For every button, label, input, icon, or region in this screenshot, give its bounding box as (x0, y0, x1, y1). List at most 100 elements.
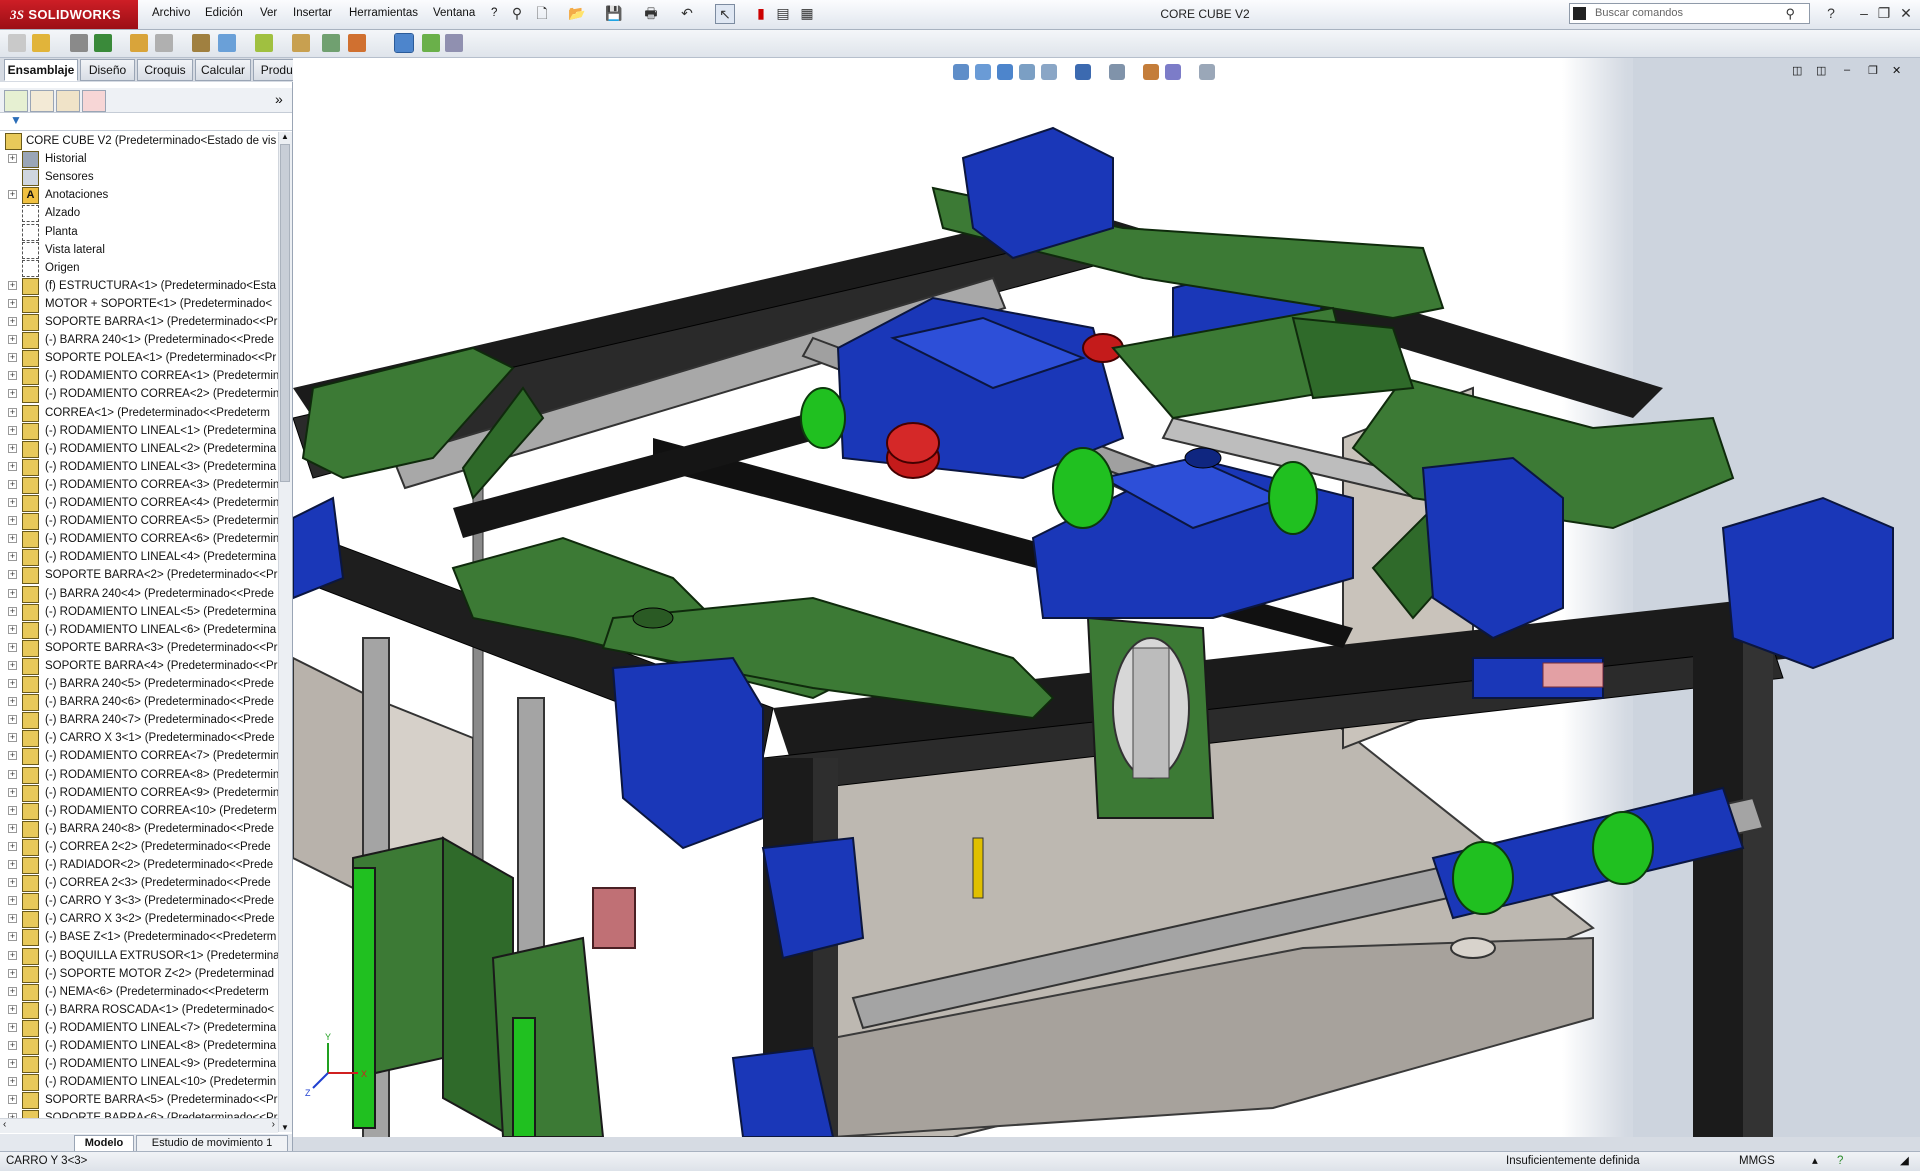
instant3d-icon[interactable] (348, 34, 366, 52)
scroll-thumb[interactable] (280, 144, 290, 482)
expand-toggle-icon[interactable]: + (8, 588, 17, 598)
tree-item[interactable]: + SOPORTE BARRA<4> (Predeterminado<<Pr (0, 657, 278, 675)
expand-toggle-icon[interactable]: + (8, 823, 17, 833)
tree-item[interactable]: + (-) BARRA 240<1> (Predeterminado<<Prede (0, 331, 278, 350)
hotend-fan-duct[interactable] (1086, 616, 1215, 819)
expand-toggle-icon[interactable]: + (8, 298, 17, 308)
insert-component-icon[interactable] (8, 34, 26, 52)
undo-icon[interactable]: ↶ (678, 4, 696, 22)
expand-toggle-icon[interactable]: + (8, 697, 17, 707)
expand-toggle-icon[interactable]: + (8, 751, 17, 761)
tree-item[interactable]: + (-) CORREA 2<2> (Predeterminado<<Prede (0, 838, 278, 856)
tree-item[interactable]: + (-) RODAMIENTO CORREA<1> (Predetermin (0, 367, 278, 386)
tree-item[interactable]: + (-) RODAMIENTO LINEAL<3> (Predetermina (0, 458, 278, 476)
select-pointer-icon[interactable]: ↖ (715, 4, 735, 24)
tree-item[interactable]: + SOPORTE BARRA<1> (Predeterminado<<Pr (0, 313, 278, 331)
status-units[interactable]: MMGS (1739, 1152, 1775, 1170)
menu-edicion[interactable]: Edición (205, 7, 243, 19)
tree-item[interactable]: Alzado (0, 204, 278, 223)
bill-of-materials-icon[interactable] (292, 34, 310, 52)
tree-item[interactable]: + A Anotaciones (0, 186, 278, 205)
options-icon[interactable]: ▦ (798, 4, 816, 22)
expand-toggle-icon[interactable]: + (8, 733, 17, 743)
smart-fasteners-icon[interactable] (94, 34, 112, 52)
tree-item[interactable]: + (-) CORREA 2<3> (Predeterminado<<Prede (0, 874, 278, 893)
tree-item[interactable]: + (-) BOQUILLA EXTRUSOR<1> (Predetermina (0, 947, 278, 965)
expand-toggle-icon[interactable]: + (8, 841, 17, 851)
close-icon[interactable]: ✕ (1897, 4, 1915, 22)
expand-toggle-icon[interactable]: + (8, 660, 17, 670)
tab-calcular[interactable]: Calcular (195, 59, 251, 81)
doc-minimize-icon[interactable]: – (1844, 64, 1850, 76)
tree-item[interactable]: + SOPORTE BARRA<5> (Predeterminado<<Pr (0, 1091, 278, 1110)
tree-item[interactable]: + (-) BARRA 240<6> (Predeterminado<<Prede (0, 693, 278, 712)
expand-toggle-icon[interactable]: + (8, 950, 17, 960)
tree-item[interactable]: + (f) ESTRUCTURA<1> (Predeterminado<Esta (0, 277, 278, 295)
tab-modelo[interactable]: Modelo (74, 1135, 134, 1152)
view-settings-icon[interactable] (1199, 64, 1215, 80)
tree-item[interactable]: + (-) RODAMIENTO CORREA<5> (Predetermin (0, 512, 278, 531)
expand-toggle-icon[interactable]: + (8, 317, 17, 326)
mate-icon[interactable] (32, 34, 50, 52)
tab-diseno[interactable]: Diseño (80, 59, 135, 81)
tree-item[interactable]: + (-) RODAMIENTO LINEAL<1> (Predetermina (0, 422, 278, 440)
take-snapshot-icon[interactable] (422, 34, 440, 52)
assembly-model-render[interactable]: Y X Z (293, 58, 1920, 1137)
expand-toggle-icon[interactable]: + (8, 1041, 17, 1050)
expand-toggle-icon[interactable]: + (8, 914, 17, 924)
menu-archivo[interactable]: Archivo (152, 7, 190, 19)
feature-manager-tree-icon[interactable] (4, 90, 28, 112)
expand-toggle-icon[interactable]: + (8, 570, 17, 580)
expand-toggle-icon[interactable]: + (8, 389, 17, 399)
split-left-icon[interactable]: ◫ (1792, 64, 1802, 77)
dynamic-annotation-icon[interactable] (1041, 64, 1057, 80)
tree-item[interactable]: + (-) RODAMIENTO LINEAL<6> (Predetermina (0, 621, 278, 639)
graphics-viewport[interactable]: Y X Z ◫ ◫ – ❐ ✕ (293, 58, 1920, 1137)
expand-toggle-icon[interactable]: + (8, 443, 17, 453)
scroll-up-icon[interactable]: ▲ (281, 132, 289, 141)
zoom-to-area-icon[interactable] (975, 64, 991, 80)
previous-view-icon[interactable] (997, 64, 1013, 80)
tree-item[interactable]: + (-) RODAMIENTO CORREA<2> (Predetermin (0, 385, 278, 404)
pin-icon[interactable]: ⚲ (508, 4, 526, 22)
move-component-icon[interactable] (130, 34, 148, 52)
file-properties-icon[interactable]: ▤ (774, 4, 792, 22)
edit-appearance-icon[interactable] (1143, 64, 1159, 80)
tree-item[interactable]: + (-) RODAMIENTO CORREA<6> (Predetermin (0, 530, 278, 549)
expand-toggle-icon[interactable]: + (8, 805, 17, 815)
tree-item[interactable]: + (-) NEMA<6> (Predeterminado<<Predeterm (0, 983, 278, 1001)
expand-toggle-icon[interactable]: + (8, 190, 17, 200)
view-orientation-icon[interactable] (1075, 64, 1091, 80)
expand-toggle-icon[interactable]: + (8, 552, 17, 562)
print-icon[interactable]: 🖶 (642, 4, 660, 22)
scroll-right-icon[interactable]: › (272, 1119, 275, 1130)
tree-item[interactable]: + (-) RODAMIENTO CORREA<10> (Predeterm (0, 802, 278, 820)
assembly-features-icon[interactable] (192, 34, 210, 52)
tree-horizontal-scrollbar[interactable]: ‹ › (0, 1118, 278, 1133)
tab-croquis[interactable]: Croquis (137, 59, 193, 81)
tree-item[interactable]: + (-) RODAMIENTO LINEAL<4> (Predetermina (0, 548, 278, 567)
speedpak-icon[interactable] (394, 33, 414, 53)
tree-item[interactable]: + (-) BARRA ROSCADA<1> (Predeterminado< (0, 1001, 278, 1019)
minimize-icon[interactable]: – (1855, 4, 1873, 22)
display-style-icon[interactable] (1109, 64, 1125, 80)
expand-toggle-icon[interactable]: + (8, 1077, 17, 1087)
tree-item[interactable]: + (-) SOPORTE MOTOR Z<2> (Predeterminad (0, 965, 278, 983)
save-icon[interactable]: 💾 (605, 4, 623, 22)
expand-toggle-icon[interactable]: + (8, 335, 17, 345)
expand-toggle-icon[interactable]: + (8, 606, 17, 616)
expand-toggle-icon[interactable]: + (8, 1022, 17, 1032)
tree-item[interactable]: + (-) CARRO X 3<1> (Predeterminado<<Prede (0, 729, 278, 748)
tree-item[interactable]: + MOTOR + SOPORTE<1> (Predeterminado< (0, 295, 278, 313)
endstop-switch[interactable] (592, 887, 636, 949)
large-assembly-mode-icon[interactable] (445, 34, 463, 52)
tree-item[interactable]: + (-) RODAMIENTO CORREA<4> (Predetermin (0, 494, 278, 512)
tree-item[interactable]: + SOPORTE BARRA<3> (Predeterminado<<Pr (0, 639, 278, 657)
expand-toggle-icon[interactable]: + (8, 498, 17, 507)
units-dropdown-icon[interactable]: ▴ (1812, 1152, 1818, 1170)
tree-item[interactable]: + (-) RODAMIENTO LINEAL<5> (Predetermina (0, 603, 278, 621)
expand-toggle-icon[interactable]: + (8, 461, 17, 471)
zoom-to-fit-icon[interactable] (953, 64, 969, 80)
expand-toggle-icon[interactable]: + (8, 1095, 17, 1105)
expand-toggle-icon[interactable]: + (8, 1059, 17, 1069)
